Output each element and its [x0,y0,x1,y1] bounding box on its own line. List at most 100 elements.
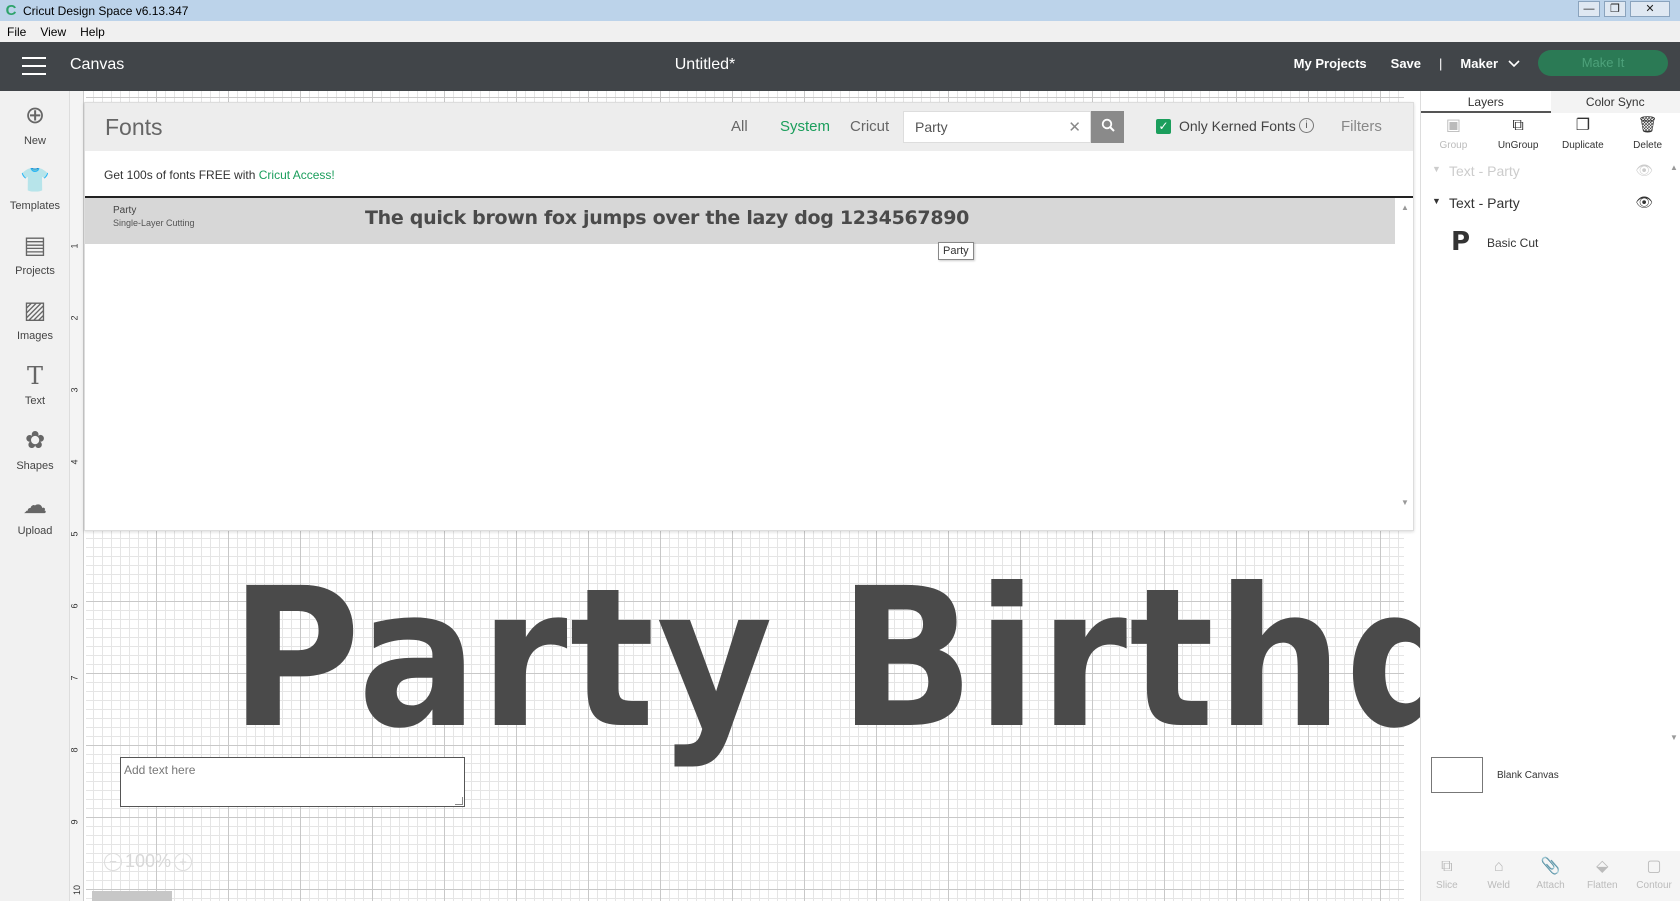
layer-item-text-party[interactable]: ▼ Text - Party 👁 [1421,191,1661,217]
layers-panel: Layers Color Sync ▣ Group ⧉ UnGroup ❐ Du… [1420,91,1680,901]
duplicate-icon: ❐ [1575,117,1591,134]
canvas-color-swatch[interactable] [1431,757,1483,793]
make-it-button[interactable]: Make It [1538,50,1668,76]
slice-button[interactable]: ⧉ Slice [1421,851,1473,901]
font-search-value: Party [915,119,948,135]
group-button[interactable]: ▣ Group [1421,113,1486,158]
tshirt-icon: 👕 [20,167,50,194]
fonts-scrollbar[interactable]: ▲ ▼ [1401,203,1411,513]
filters-button[interactable]: Filters [1341,118,1382,135]
machine-label: Maker [1460,55,1498,71]
add-text-input[interactable]: Add text here [120,757,465,807]
tool-label: Group [1439,140,1468,151]
my-projects-button[interactable]: My Projects [1294,56,1367,71]
layers-scrollbar[interactable]: ▲ ▼ [1670,163,1678,743]
filter-tab-all[interactable]: All [731,118,748,135]
menu-bar: File View Help [0,21,1680,42]
scroll-up-icon[interactable]: ▲ [1401,203,1409,212]
window-title-bar: C Cricut Design Space v6.13.347 — ❐ ✕ [0,0,1680,21]
tool-label: Projects [15,265,55,277]
minimize-button[interactable]: — [1578,1,1600,17]
ruler-tick: 10 [72,884,83,896]
font-type: Single-Layer Cutting [113,218,195,228]
ruler-tick: 7 [70,675,80,681]
ruler-tick: 1 [70,243,80,249]
cricut-logo-icon: C [5,1,17,19]
tab-color-sync[interactable]: Color Sync [1550,91,1680,113]
slice-icon: ⧉ [1441,858,1453,875]
clear-search-icon[interactable]: ✕ [1068,118,1081,136]
weld-button[interactable]: ⌂ Weld [1473,851,1525,901]
cricut-access-link[interactable]: Cricut Access! [259,168,335,182]
flatten-icon: ⬙ [1596,858,1609,875]
menu-file[interactable]: File [0,25,33,39]
tool-text[interactable]: T Text [0,361,70,407]
left-toolbar: ⊕ New 👕 Templates ▤ Projects ▨ Images T … [0,91,70,901]
info-icon[interactable]: i [1299,118,1314,133]
vertical-ruler: 1 2 3 4 5 6 7 8 9 10 [70,91,84,901]
ungroup-button[interactable]: ⧉ UnGroup [1486,113,1551,158]
menu-view[interactable]: View [33,25,73,39]
tool-label: Slice [1436,880,1458,891]
machine-selector[interactable]: Maker [1460,56,1520,71]
tool-label: Weld [1487,880,1510,891]
tool-label: Attach [1536,880,1565,891]
font-result-row[interactable]: Party Single-Layer Cutting The quick bro… [85,198,1395,244]
attach-button[interactable]: 📎 Attach [1525,851,1577,901]
blank-canvas-item[interactable]: Blank Canvas [1431,757,1671,797]
tool-shapes[interactable]: ✿ Shapes [0,426,70,472]
zoom-in-button[interactable]: + [174,852,193,871]
app-header: Canvas Untitled* My Projects Save | Make… [0,42,1680,91]
delete-button[interactable]: 🗑 Delete [1615,113,1680,158]
only-kerned-checkbox[interactable]: ✓ [1156,119,1171,134]
tool-upload[interactable]: ☁ Upload [0,491,70,537]
zoom-out-button[interactable]: − [104,852,122,871]
tool-label: Delete [1633,140,1663,151]
sublayer-basic-cut[interactable]: P Basic Cut [1451,227,1651,257]
search-button[interactable] [1091,111,1124,143]
horizontal-scrollbar[interactable] [92,891,172,901]
promo-text: Get 100s of fonts FREE with [104,168,259,182]
ruler-tick: 5 [70,531,80,537]
shapes-icon: ✿ [24,427,46,454]
weld-icon: ⌂ [1493,858,1504,875]
menu-help[interactable]: Help [73,25,112,39]
eye-icon[interactable]: 👁 [1635,194,1653,211]
header-separator: | [1439,55,1443,71]
tool-templates[interactable]: 👕 Templates [0,166,70,212]
contour-button[interactable]: ▢ Contour [1628,851,1680,901]
chevron-down-icon [1508,56,1520,71]
tool-images[interactable]: ▨ Images [0,296,70,342]
tool-label: UnGroup [1497,140,1539,151]
save-button[interactable]: Save [1391,56,1421,71]
text-icon: T [26,362,43,390]
tool-label: Shapes [16,460,54,472]
scroll-up-icon[interactable]: ▲ [1670,163,1678,172]
close-button[interactable]: ✕ [1630,1,1670,17]
plus-circle-icon: ⊕ [24,102,46,129]
font-search-input[interactable]: Party ✕ [903,111,1091,143]
resize-handle-icon[interactable] [455,797,463,805]
layers-bottom-toolbar: ⧉ Slice ⌂ Weld 📎 Attach ⬙ Flatten ▢ Contour [1421,851,1680,901]
restore-button[interactable]: ❐ [1604,1,1626,17]
scroll-down-icon[interactable]: ▼ [1670,733,1678,742]
scroll-down-icon[interactable]: ▼ [1401,498,1409,507]
paperclip-icon: 📎 [1540,858,1561,875]
tool-projects[interactable]: ▤ Projects [0,231,70,277]
layer-item-ghost: ▼ Text - Party 👁 [1421,159,1661,185]
collapse-arrow-icon: ▼ [1432,164,1441,174]
tool-new[interactable]: ⊕ New [0,101,70,147]
duplicate-button[interactable]: ❐ Duplicate [1551,113,1616,158]
ruler-tick: 8 [70,747,80,753]
ruler-tick: 9 [70,819,80,825]
tab-layers[interactable]: Layers [1421,91,1551,113]
font-sample: The quick brown fox jumps over the lazy … [365,207,970,229]
tool-label: Flatten [1587,880,1618,891]
ruler-tick: 4 [70,459,80,465]
collapse-arrow-icon[interactable]: ▼ [1432,196,1441,206]
flatten-button[interactable]: ⬙ Flatten [1576,851,1628,901]
ungroup-icon: ⧉ [1512,117,1524,134]
filter-tab-cricut[interactable]: Cricut [850,118,889,135]
filter-tab-system[interactable]: System [780,118,830,135]
canvas-text-object[interactable]: Party Birthday [230,562,1420,755]
